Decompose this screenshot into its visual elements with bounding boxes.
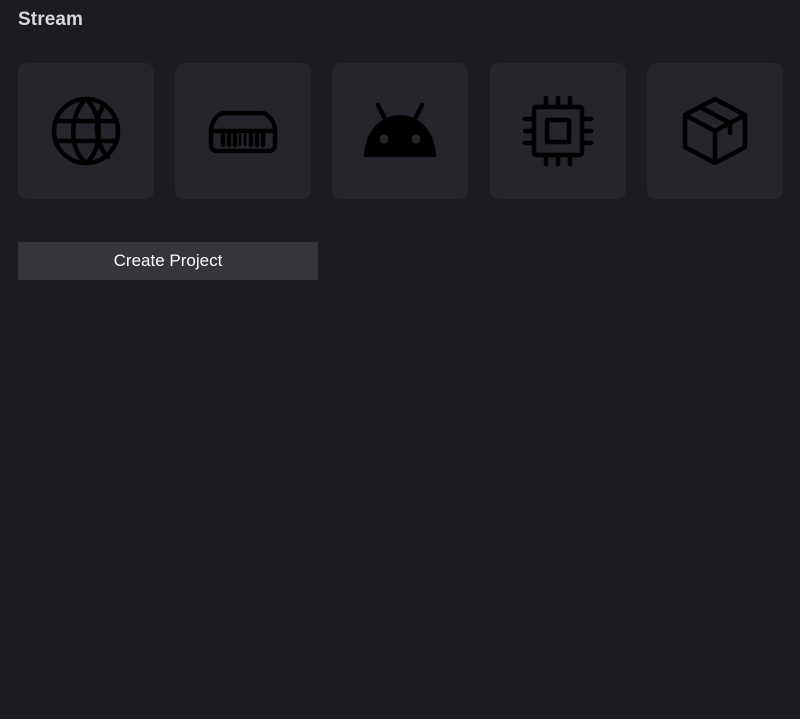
globe-icon xyxy=(51,96,121,166)
tile-cpu[interactable] xyxy=(490,63,626,199)
tile-package[interactable] xyxy=(647,63,783,199)
create-project-button[interactable]: Create Project xyxy=(18,242,318,280)
tile-server[interactable] xyxy=(175,63,311,199)
template-tiles xyxy=(18,63,783,199)
android-icon xyxy=(364,102,436,157)
cpu-chip-icon xyxy=(522,95,594,167)
tile-android[interactable] xyxy=(332,63,468,199)
server-icon xyxy=(208,110,278,154)
page-title: Stream xyxy=(18,9,84,30)
tile-globe[interactable] xyxy=(18,63,154,199)
stream-page: Stream Create Project xyxy=(0,0,800,719)
package-box-icon xyxy=(682,96,748,166)
